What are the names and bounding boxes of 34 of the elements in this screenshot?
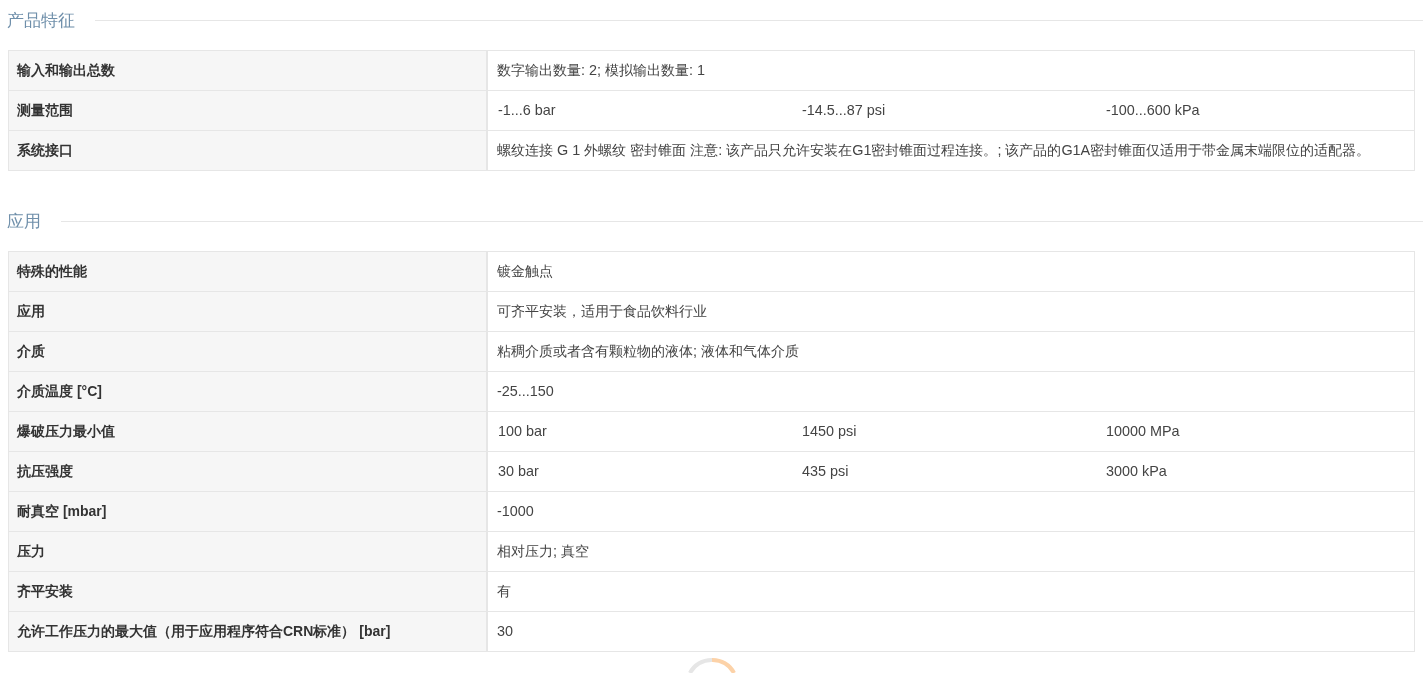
- row-label: 应用: [9, 292, 488, 331]
- row-label: 抗压强度: [9, 452, 488, 491]
- section-title: 产品特征: [7, 9, 75, 32]
- row-label: 介质温度 [°C]: [9, 372, 488, 411]
- value-text: 10000 MPa: [1106, 422, 1181, 441]
- value-text: 435 psi: [802, 462, 850, 481]
- value-text: -1000: [497, 503, 534, 519]
- row-label: 特殊的性能: [9, 252, 488, 291]
- row-label: 爆破压力最小值: [9, 412, 488, 451]
- section-title: 应用: [7, 210, 41, 233]
- value-text: 有: [497, 583, 511, 599]
- value-text: 30 bar: [498, 462, 540, 481]
- value-text: -25...150: [497, 383, 554, 399]
- value-text: 100 bar: [498, 422, 548, 441]
- value-text: 数字输出数量: 2; 模拟输出数量: 1: [497, 62, 705, 78]
- row-label: 压力: [9, 532, 488, 571]
- value-text: 粘稠介质或者含有颗粒物的液体; 液体和气体介质: [497, 343, 799, 359]
- row-label: 介质: [9, 332, 488, 371]
- row-label: 耐真空 [mbar]: [9, 492, 488, 531]
- row-label: 齐平安装: [9, 572, 488, 611]
- value-text: 1450 psi: [802, 422, 858, 441]
- row-label: 测量范围: [9, 91, 488, 130]
- value-text: -100...600 kPa: [1106, 101, 1201, 120]
- value-text: 可齐平安装，适用于食品饮料行业: [497, 303, 707, 319]
- row-label: 输入和输出总数: [9, 51, 488, 90]
- value-text: 3000 kPa: [1106, 462, 1168, 481]
- value-text: 相对压力; 真空: [497, 543, 589, 559]
- value-text: -1...6 bar: [498, 101, 557, 120]
- value-text: 螺纹连接 G 1 外螺纹 密封锥面 注意: 该产品只允许安装在G1密封锥面过程连接。; 该产品的G1A密封锥面仅适用于带金属末端限位的适配器。: [497, 142, 1371, 158]
- value-text: -14.5...87 psi: [802, 101, 887, 120]
- row-label: 允许工作压力的最大值（用于应用程序符合CRN标准） [bar]: [9, 612, 488, 651]
- value-text: 30: [497, 623, 513, 639]
- value-text: 镀金触点: [497, 263, 553, 279]
- row-label: 系统接口: [9, 131, 488, 170]
